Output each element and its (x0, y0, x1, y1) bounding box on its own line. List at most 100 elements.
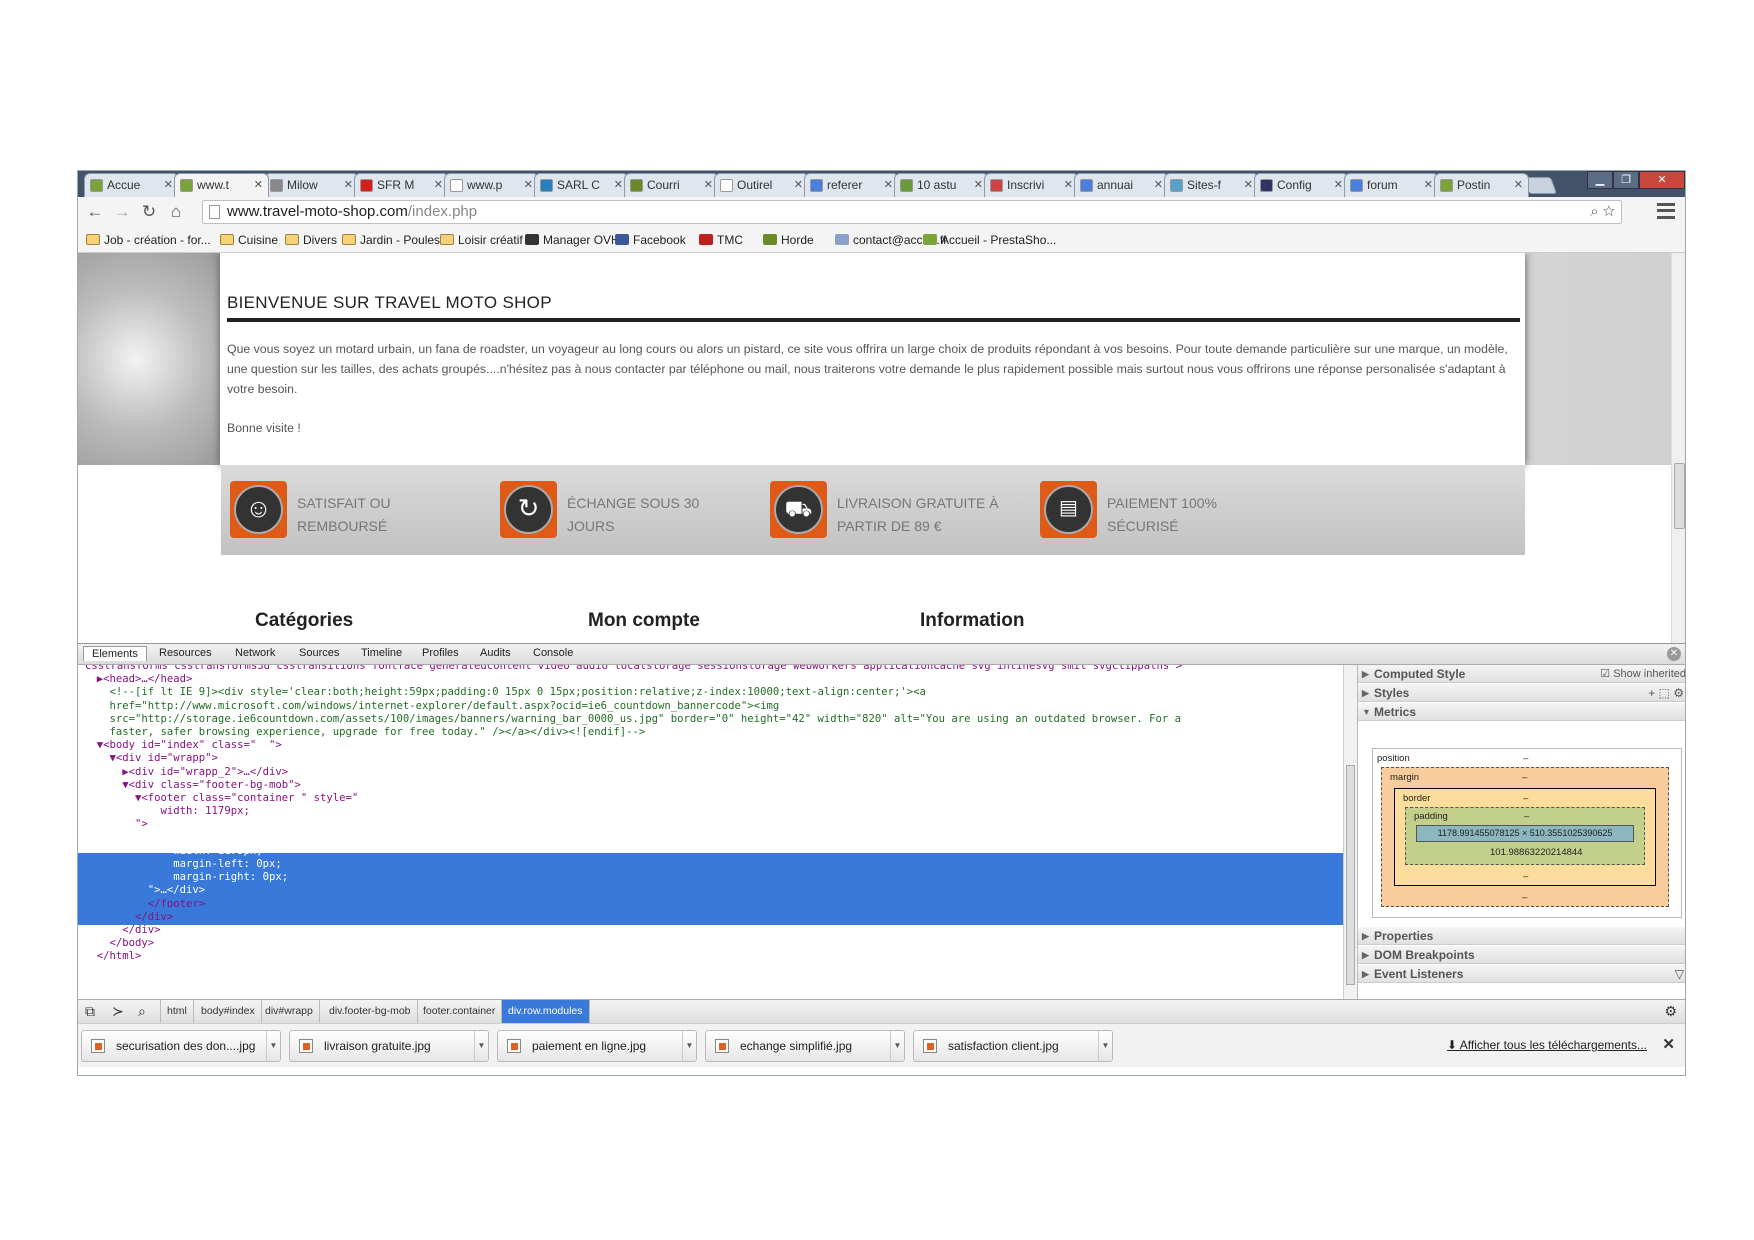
tab-item[interactable]: SFR M ✕ (354, 173, 449, 197)
bookmark-item[interactable]: Divers (283, 227, 337, 253)
tab-item[interactable]: Accue ✕ (84, 173, 179, 197)
breadcrumb-row-modules[interactable]: div.row.modules (502, 1000, 590, 1023)
tab-item[interactable]: forum ✕ (1344, 173, 1439, 197)
reload-icon[interactable]: ↻ (138, 202, 160, 222)
tab-item[interactable]: Postin ✕ (1434, 173, 1529, 197)
download-item[interactable]: livraison gratuite.jpg ▼ (289, 1030, 489, 1062)
tab-item[interactable]: Outirel ✕ (714, 173, 809, 197)
tab-network[interactable]: Network (235, 647, 275, 659)
tab-audits[interactable]: Audits (480, 647, 511, 659)
show-all-downloads-link[interactable]: ⬇ Afficher tous les téléchargements... (1447, 1038, 1647, 1052)
tab-profiles[interactable]: Profiles (422, 647, 459, 659)
close-window-icon[interactable]: ✕ (1639, 171, 1685, 189)
dom-node-line[interactable]: csstransforms csstransforms3d csstransit… (85, 665, 1182, 674)
page-scrollbar[interactable] (1671, 253, 1685, 643)
close-tab-icon[interactable]: ✕ (254, 174, 263, 196)
chevron-down-icon[interactable]: ▼ (890, 1031, 904, 1061)
close-tab-icon[interactable]: ✕ (1334, 174, 1343, 196)
section-metrics[interactable]: ▼ Metrics (1358, 703, 1685, 721)
tab-sources[interactable]: Sources (299, 647, 339, 659)
bookmark-item[interactable]: Facebook (613, 227, 686, 253)
close-tab-icon[interactable]: ✕ (884, 174, 893, 196)
close-tab-icon[interactable]: ✕ (1514, 174, 1523, 196)
tab-timeline[interactable]: Timeline (361, 647, 402, 659)
close-tab-icon[interactable]: ✕ (524, 174, 533, 196)
section-properties[interactable]: ▶ Properties (1358, 927, 1685, 945)
close-tab-icon[interactable]: ✕ (344, 174, 353, 196)
download-item[interactable]: satisfaction client.jpg ▼ (913, 1030, 1113, 1062)
bookmark-item[interactable]: Jardin - Poules (340, 227, 440, 253)
breadcrumb-footer-bg-mob[interactable]: div.footer-bg-mob (323, 1000, 418, 1023)
folder-icon (86, 234, 100, 245)
chevron-down-icon[interactable]: ▼ (682, 1031, 696, 1061)
bookmark-item[interactable]: Horde (761, 227, 814, 253)
back-icon[interactable]: ← (84, 202, 106, 222)
filter-icon[interactable]: ▽ (1675, 965, 1684, 983)
section-styles[interactable]: ▶ Styles + ⬚ ⚙ (1358, 684, 1685, 702)
tab-item[interactable]: referer ✕ (804, 173, 899, 197)
chevron-down-icon[interactable]: ▼ (474, 1031, 488, 1061)
close-tab-icon[interactable]: ✕ (1064, 174, 1073, 196)
section-computed-style[interactable]: ▶ Computed Style ☑ Show inherited (1358, 665, 1685, 683)
tab-item[interactable]: annuai ✕ (1074, 173, 1169, 197)
tab-item[interactable]: 10 astu ✕ (894, 173, 989, 197)
inspect-search-icon[interactable]: ⌕ (138, 1003, 146, 1020)
show-inherited-checkbox[interactable]: ☑ Show inherited (1600, 665, 1685, 683)
close-tab-icon[interactable]: ✕ (434, 174, 443, 196)
close-tab-icon[interactable]: ✕ (614, 174, 623, 196)
bookmark-item[interactable]: TMC (697, 227, 743, 253)
bookmark-item[interactable]: Job - création - for... (84, 227, 211, 253)
close-tab-icon[interactable]: ✕ (1424, 174, 1433, 196)
breadcrumb-html[interactable]: html (160, 1000, 194, 1023)
minimize-icon[interactable]: ▁ (1587, 171, 1613, 189)
close-tab-icon[interactable]: ✕ (704, 174, 713, 196)
breadcrumb-footer-container[interactable]: footer.container (417, 1000, 503, 1023)
elements-scrollbar[interactable] (1343, 665, 1357, 999)
section-dom-breakpoints[interactable]: ▶ DOM Breakpoints (1358, 946, 1685, 964)
tab-elements[interactable]: Elements (83, 646, 147, 661)
tab-item[interactable]: Inscrivi ✕ (984, 173, 1079, 197)
dock-icon[interactable]: ⧉ (85, 1003, 95, 1020)
tab-item[interactable]: www.t ✕ (174, 173, 269, 197)
scrollbar-thumb[interactable] (1674, 463, 1685, 529)
console-drawer-icon[interactable]: ≻ (112, 1003, 124, 1020)
close-downloads-icon[interactable]: ✕ (1662, 1035, 1675, 1053)
add-style-icons[interactable]: + ⬚ ⚙ (1648, 684, 1684, 702)
close-devtools-icon[interactable]: ✕ (1667, 647, 1681, 661)
section-event-listeners[interactable]: ▶ Event Listeners ▽ (1358, 965, 1685, 983)
close-tab-icon[interactable]: ✕ (1244, 174, 1253, 196)
tab-item[interactable]: Courri ✕ (624, 173, 719, 197)
chrome-menu-icon[interactable] (1657, 203, 1675, 219)
close-tab-icon[interactable]: ✕ (974, 174, 983, 196)
chevron-down-icon[interactable]: ▼ (1098, 1031, 1112, 1061)
tab-item[interactable]: www.p ✕ (444, 173, 539, 197)
breadcrumb-wrapp[interactable]: div#wrapp (259, 1000, 320, 1023)
chevron-down-icon[interactable]: ▼ (266, 1031, 280, 1061)
settings-gear-icon[interactable]: ⚙ (1664, 1003, 1677, 1020)
download-item[interactable]: securisation des don....jpg ▼ (81, 1030, 281, 1062)
download-item[interactable]: paiement en ligne.jpg ▼ (497, 1030, 697, 1062)
address-bar[interactable]: www.travel-moto-shop.com/index.php ⌕ ☆ (202, 200, 1622, 224)
download-item[interactable]: echange simplifié.jpg ▼ (705, 1030, 905, 1062)
tab-item[interactable]: Config ✕ (1254, 173, 1349, 197)
bookmark-item[interactable]: Cuisine (218, 227, 278, 253)
scrollbar-thumb[interactable] (1346, 765, 1355, 985)
close-tab-icon[interactable]: ✕ (164, 174, 173, 196)
tab-console[interactable]: Console (533, 647, 573, 659)
home-icon[interactable]: ⌂ (165, 202, 187, 222)
tab-item[interactable]: SARL C ✕ (534, 173, 629, 197)
breadcrumb-body[interactable]: body#index (195, 1000, 262, 1023)
tab-item[interactable]: Sites-f ✕ (1164, 173, 1259, 197)
close-tab-icon[interactable]: ✕ (1154, 174, 1163, 196)
dom-node-line[interactable]: </html> (84, 949, 142, 964)
bookmark-item[interactable]: Loisir créatif (438, 227, 523, 253)
zoom-star-icons[interactable]: ⌕ ☆ (1590, 201, 1615, 223)
bookmark-item[interactable]: Accueil - PrestaSho... (921, 227, 1056, 253)
bookmark-item[interactable]: Manager OVH (523, 227, 620, 253)
tab-resources[interactable]: Resources (159, 647, 212, 659)
tab-item[interactable]: Milow ✕ (264, 173, 359, 197)
maximize-icon[interactable]: ❐ (1613, 171, 1639, 189)
forward-icon[interactable]: → (111, 202, 133, 222)
close-tab-icon[interactable]: ✕ (794, 174, 803, 196)
elements-tree[interactable]: csstransforms csstransforms3d csstransit… (78, 665, 1343, 999)
